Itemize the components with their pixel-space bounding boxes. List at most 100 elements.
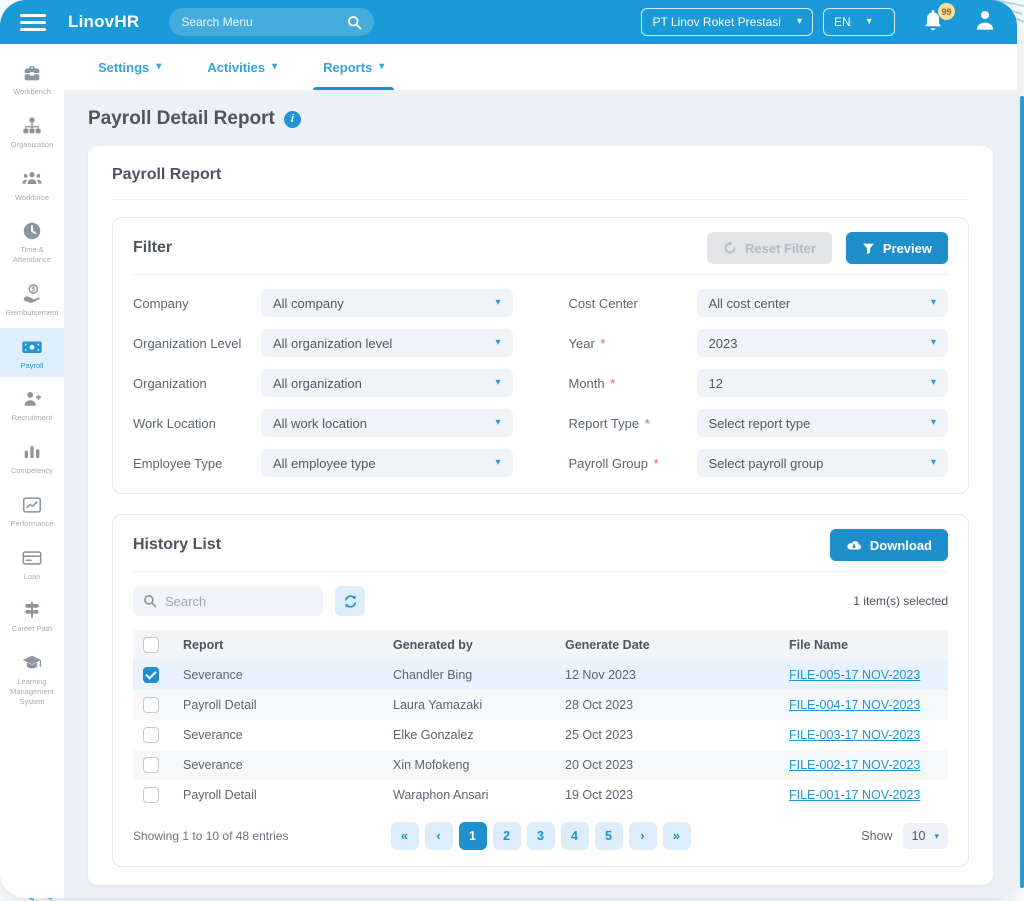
sidebar-item-performance[interactable]: Performance (0, 486, 64, 536)
page-size-select[interactable]: 10 ▾ (903, 823, 948, 849)
sidebar-item-recruitment[interactable]: Recruitment (0, 380, 64, 430)
app-logo[interactable]: LinovHR (68, 12, 139, 32)
clock-icon (21, 220, 43, 242)
report-type-select[interactable]: Select report type ▾ (697, 409, 949, 437)
module-tabbar: Settings ▾ Activities ▾ Reports ▾ (64, 44, 1017, 90)
year-select[interactable]: 2023 ▾ (697, 329, 949, 357)
cell-report: Severance (173, 750, 383, 780)
cell-generated-by: Chandler Bing (383, 660, 555, 690)
page-button-4[interactable]: 4 (561, 822, 589, 850)
history-search-box[interactable] (133, 586, 323, 616)
sidebar-item-label: Workbench (13, 87, 51, 96)
cell-report: Payroll Detail (173, 690, 383, 720)
menu-search-box[interactable] (169, 8, 374, 36)
sidebar-item-competency[interactable]: Competency (0, 433, 64, 483)
file-link[interactable]: FILE-004-17 NOV-2023 (789, 698, 920, 712)
organization-level-select[interactable]: All organization level ▾ (261, 329, 513, 357)
chevron-down-icon: ▾ (867, 17, 872, 27)
info-icon[interactable]: i (284, 111, 301, 128)
sidebar-item-time-attendance[interactable]: Time & Attendance (0, 212, 64, 272)
graduation-cap-icon (21, 652, 43, 674)
row-checkbox[interactable] (143, 757, 159, 773)
download-label: Download (870, 538, 932, 553)
search-icon (143, 594, 157, 608)
page-title: Payroll Detail Report (88, 108, 275, 130)
row-checkbox[interactable] (143, 697, 159, 713)
chevron-down-icon: ▾ (931, 378, 936, 388)
prev-page-button[interactable]: ‹ (425, 822, 453, 850)
file-link[interactable]: FILE-003-17 NOV-2023 (789, 728, 920, 742)
sidebar-item-payroll[interactable]: Payroll (0, 328, 64, 378)
cell-report: Severance (173, 720, 383, 750)
company-selector[interactable]: PT Linov Roket Prestasi ▾ (641, 8, 813, 36)
main-area: Settings ▾ Activities ▾ Reports ▾ Payrol… (64, 44, 1017, 898)
sidebar-item-workbench[interactable]: Workbench (0, 54, 64, 104)
user-icon (973, 8, 997, 32)
sidebar-item-label: Reimbursement (6, 308, 59, 317)
app-window: LinovHR PT Linov Roket Prestasi ▾ EN ▾ 9… (0, 0, 1017, 898)
table-row[interactable]: Severance Xin Mofokeng 20 Oct 2023 FILE-… (133, 750, 948, 780)
row-checkbox[interactable] (143, 787, 159, 803)
employee-type-select[interactable]: All employee type ▾ (261, 449, 513, 477)
filter-section: Filter Reset Filter (112, 217, 969, 494)
preview-label: Preview (883, 241, 932, 256)
tab-label: Reports (323, 60, 372, 75)
reset-filter-button[interactable]: Reset Filter (707, 232, 832, 264)
row-checkbox[interactable] (143, 727, 159, 743)
sidebar-item-label: Career Path (12, 624, 52, 633)
first-page-button[interactable]: « (391, 822, 419, 850)
table-row[interactable]: Payroll Detail Laura Yamazaki 28 Oct 202… (133, 690, 948, 720)
chevron-down-icon: ▾ (934, 832, 939, 841)
page-button-5[interactable]: 5 (595, 822, 623, 850)
organization-select[interactable]: All organization ▾ (261, 369, 513, 397)
pagination: Showing 1 to 10 of 48 entries « ‹ 1 2 3 … (133, 822, 948, 850)
sidebar-item-lms[interactable]: Learning Management System (0, 644, 64, 713)
table-row[interactable]: Severance Chandler Bing 12 Nov 2023 FILE… (133, 660, 948, 690)
file-link[interactable]: FILE-002-17 NOV-2023 (789, 758, 920, 772)
company-select[interactable]: All company ▾ (261, 289, 513, 317)
field-report-type: Report Type * Select report type ▾ (569, 409, 949, 437)
next-page-button[interactable]: › (629, 822, 657, 850)
table-row[interactable]: Severance Elke Gonzalez 25 Oct 2023 FILE… (133, 720, 948, 750)
sidebar-item-loan[interactable]: Loan (0, 539, 64, 589)
select-all-checkbox[interactable] (143, 637, 159, 653)
last-page-button[interactable]: » (663, 822, 691, 850)
user-profile-button[interactable] (973, 8, 997, 37)
hamburger-menu-icon[interactable] (20, 14, 46, 31)
notifications-button[interactable]: 99 (921, 9, 947, 35)
tab-activities[interactable]: Activities ▾ (207, 44, 277, 90)
sidebar-item-workforce[interactable]: Workforce (0, 160, 64, 210)
preview-button[interactable]: Preview (846, 232, 948, 264)
field-work-location: Work Location All work location ▾ (133, 409, 513, 437)
menu-search-input[interactable] (181, 15, 347, 29)
language-selector[interactable]: EN ▾ (823, 8, 895, 36)
sidebar-item-organization[interactable]: Organization (0, 107, 64, 157)
page-size-value: 10 (912, 829, 926, 843)
sidebar-item-reimbursement[interactable]: $ Reimbursement (0, 275, 64, 325)
sidebar-item-career-path[interactable]: Career Path (0, 591, 64, 641)
month-select[interactable]: 12 ▾ (697, 369, 949, 397)
tab-settings[interactable]: Settings ▾ (98, 44, 161, 90)
chevron-down-icon: ▾ (931, 338, 936, 348)
row-checkbox[interactable] (143, 667, 159, 683)
download-button[interactable]: Download (830, 529, 948, 561)
page-button-3[interactable]: 3 (527, 822, 555, 850)
field-organization-level: Organization Level All organization leve… (133, 329, 513, 357)
svg-text:$: $ (31, 286, 35, 293)
page-button-2[interactable]: 2 (493, 822, 521, 850)
cost-center-select[interactable]: All cost center ▾ (697, 289, 949, 317)
refresh-button[interactable] (335, 586, 365, 616)
table-row[interactable]: Payroll Detail Waraphon Ansari 19 Oct 20… (133, 780, 948, 810)
history-search-input[interactable] (165, 594, 313, 609)
chevron-down-icon: ▾ (272, 62, 277, 72)
page-button-1[interactable]: 1 (459, 822, 487, 850)
hand-dollar-icon: $ (21, 283, 43, 305)
sidebar-item-label: Performance (11, 519, 54, 528)
work-location-select[interactable]: All work location ▾ (261, 409, 513, 437)
file-link[interactable]: FILE-005-17 NOV-2023 (789, 668, 920, 682)
file-link[interactable]: FILE-001-17 NOV-2023 (789, 788, 920, 802)
tab-reports[interactable]: Reports ▾ (323, 44, 384, 90)
payroll-group-select[interactable]: Select payroll group ▾ (697, 449, 949, 477)
chevron-down-icon: ▾ (495, 418, 500, 428)
top-navbar: LinovHR PT Linov Roket Prestasi ▾ EN ▾ 9… (0, 0, 1017, 44)
